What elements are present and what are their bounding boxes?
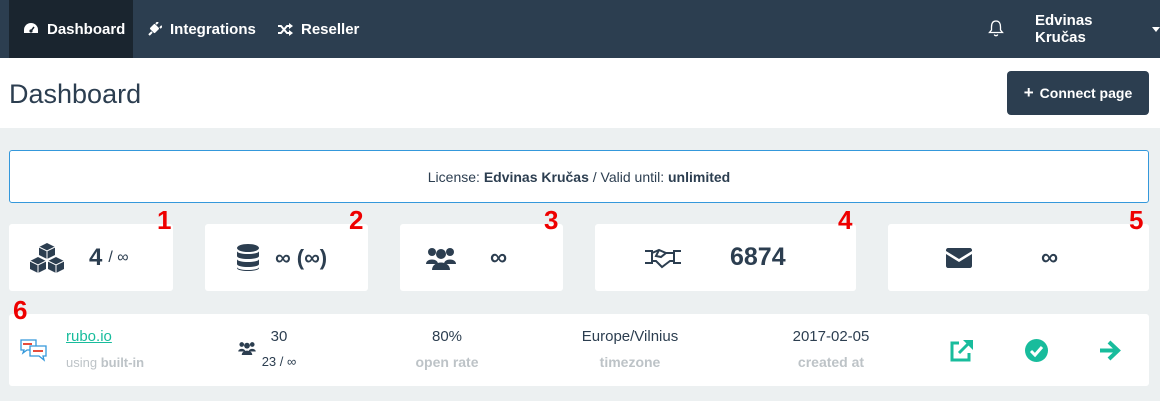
deals-value: 6874 (730, 243, 786, 271)
page-engine-value: built-in (100, 355, 145, 370)
timezone-label: timezone (599, 354, 661, 370)
dashboard-icon (24, 23, 38, 33)
plug-icon (148, 21, 162, 36)
bell-icon (988, 20, 1004, 37)
handshake-icon (645, 248, 681, 268)
marker-4: 4 (838, 205, 853, 235)
plus-icon: + (1023, 83, 1034, 102)
database-icon (237, 243, 259, 271)
subscribers-count: 30 (270, 328, 288, 345)
stat-card-deals: 6874 (595, 224, 856, 291)
check-circle-icon[interactable] (1025, 339, 1048, 362)
subscribers-value: ∞ (490, 243, 508, 271)
stat-card-pages: 4 / ∞ (9, 224, 173, 291)
open-rate-cell: 80% open rate (397, 328, 497, 370)
nav-reseller-label: Reseller (301, 20, 360, 38)
random-icon (278, 22, 293, 36)
page-using-label: using (66, 355, 98, 370)
users-icon (426, 247, 456, 270)
pages-limit: / ∞ (108, 248, 129, 266)
marker-6: 6 (13, 295, 28, 325)
created-label: created at (797, 354, 865, 370)
nav-integrations[interactable]: Integrations (147, 0, 256, 58)
connect-page-label: Connect page (1039, 85, 1133, 101)
license-valid-label: / Valid until: (592, 168, 665, 185)
page-name-link[interactable]: rubo.io (66, 328, 112, 345)
user-name: Edvinas Kručas (1035, 12, 1093, 46)
timezone-value: Europe/Vilnius (581, 328, 679, 345)
subscribers-sub: 23 / ∞ (261, 354, 297, 369)
pages-used: 4 (89, 243, 103, 271)
connect-page-button[interactable]: + Connect page (1007, 71, 1149, 115)
created-cell: 2017-02-05 created at (781, 328, 881, 370)
license-valid-value: unlimited (668, 168, 731, 185)
page-row: rubo.io using built-in 30 23 / ∞ 80% ope… (9, 314, 1149, 386)
page-logo-icon (20, 339, 47, 362)
marker-3: 3 (544, 205, 559, 235)
nav-dashboard-label: Dashboard (47, 20, 126, 38)
open-rate-label: open rate (415, 354, 479, 370)
marker-5: 5 (1129, 205, 1144, 235)
created-value: 2017-02-05 (792, 328, 870, 345)
arrow-right-icon[interactable] (1099, 340, 1121, 361)
nav-dashboard[interactable]: Dashboard (9, 0, 133, 58)
marker-1: 1 (157, 205, 172, 235)
users-small-icon (238, 342, 256, 355)
user-menu[interactable]: Edvinas Kručas (1035, 0, 1160, 58)
envelope-icon (946, 247, 972, 268)
open-rate-value: 80% (431, 328, 463, 345)
caret-down-icon (1152, 26, 1160, 32)
cubes-icon (29, 242, 65, 273)
pages-value: 4 / ∞ (89, 224, 129, 291)
messages-value: ∞ (1041, 243, 1059, 271)
stat-card-messages: ∞ (888, 224, 1149, 291)
top-navbar: Dashboard Integrations Reseller Edvinas … (0, 0, 1160, 58)
nav-integrations-label: Integrations (170, 20, 256, 38)
marker-2: 2 (349, 205, 364, 235)
page-engine: using built-in (66, 355, 144, 370)
page-title: Dashboard (9, 79, 142, 109)
license-prefix: License: (427, 168, 480, 185)
nav-reseller[interactable]: Reseller (277, 0, 359, 58)
external-link-icon[interactable] (949, 339, 975, 363)
stat-card-subscribers: ∞ (400, 224, 563, 291)
license-banner: License: Edvinas Kručas / Valid until: u… (9, 150, 1149, 203)
page-header: Dashboard + Connect page (0, 58, 1160, 128)
timezone-cell: Europe/Vilnius timezone (570, 328, 690, 370)
license-owner: Edvinas Kručas (483, 168, 589, 185)
notifications-bell[interactable] (988, 19, 1004, 42)
subscribers-cell: 30 23 / ∞ (259, 328, 299, 369)
stat-card-storage: ∞ (∞) (205, 224, 368, 291)
page-name-cell: rubo.io using built-in (66, 328, 144, 370)
storage-value: ∞ (∞) (275, 244, 328, 270)
